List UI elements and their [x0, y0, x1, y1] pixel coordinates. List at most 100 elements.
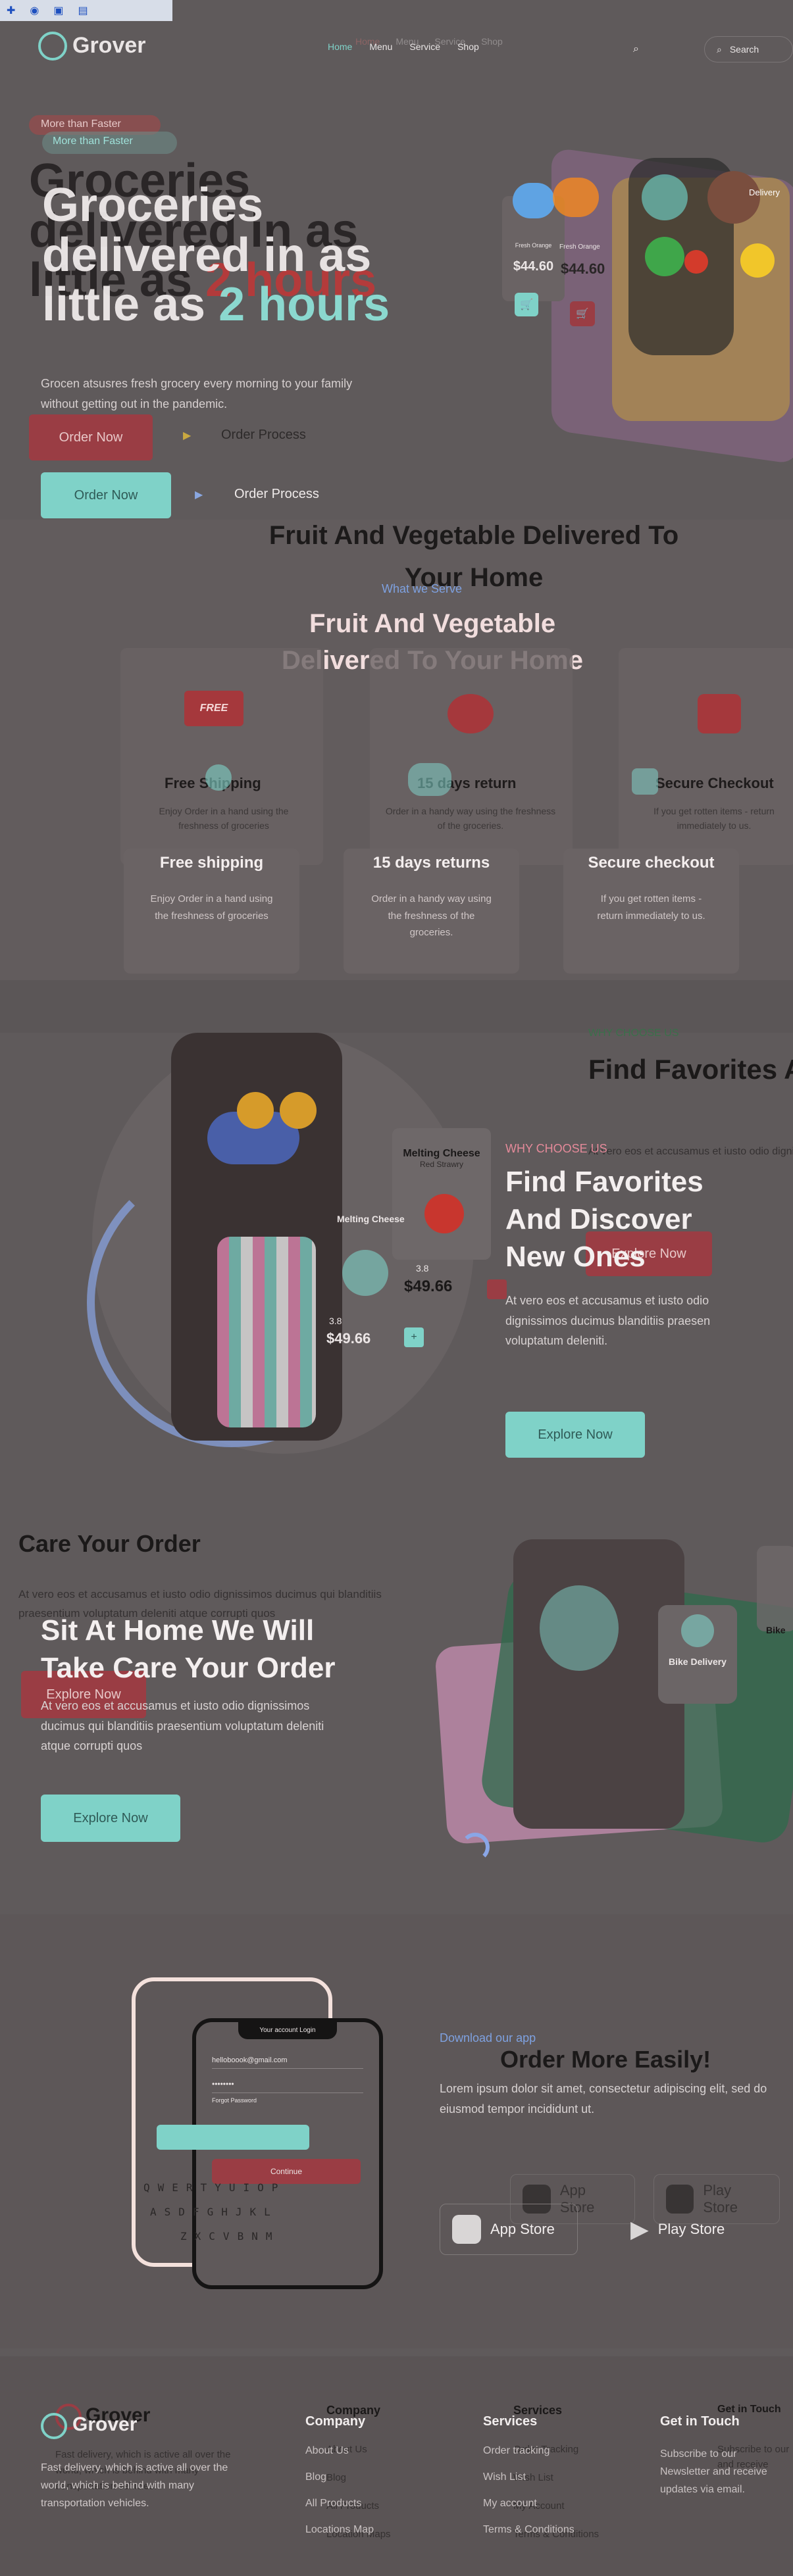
hero-title: Groceries delivered in as little as 2 ho… — [42, 179, 390, 332]
footer-link[interactable]: Terms & Conditions — [483, 2524, 575, 2536]
play-store-icon: ▶ — [630, 2216, 649, 2242]
footer-link[interactable]: Order tracking — [483, 2445, 575, 2457]
footer-link[interactable]: My account — [483, 2498, 575, 2510]
free-shipping-icon: FREE — [184, 691, 263, 737]
explore-now-button[interactable]: Explore Now — [505, 1412, 645, 1458]
play-icon: ▶ — [183, 430, 192, 441]
section-divider — [0, 980, 793, 1033]
favorites-eyebrow: WHY CHOOSE US — [505, 1142, 607, 1155]
product-card-1: Fresh Orange $44.60 — [502, 183, 565, 301]
app-text: Lorem ipsum dolor sit amet, consectetur … — [440, 2082, 767, 2116]
price: $49.66 — [326, 1330, 371, 1347]
striped-shirt — [217, 1237, 316, 1427]
hero-text: Grocen atsusres fresh grocery every morn… — [41, 377, 353, 410]
nav-service[interactable]: Service — [409, 41, 440, 52]
vegetables-image — [645, 237, 684, 276]
service-card-3: Secure checkout If you get rotten items … — [563, 849, 739, 974]
logo-icon[interactable] — [38, 32, 67, 61]
footer-link[interactable]: All Products — [305, 2498, 374, 2510]
delivery-label: Delivery — [749, 187, 780, 197]
order-process-link[interactable]: Order Process — [234, 487, 319, 502]
footer-column-services: Services Order tracking Wish List My acc… — [483, 2414, 575, 2536]
plus-icon[interactable]: ✚ — [7, 4, 15, 17]
services-title-ghost: Fruit And Vegetable Delivered To Your Ho… — [269, 521, 679, 592]
add-icon[interactable]: + — [404, 1327, 424, 1347]
footer-link[interactable]: Blog — [305, 2471, 374, 2483]
service-card-1: Free shipping Enjoy Order in a hand usin… — [124, 849, 299, 974]
order-now-button[interactable]: Order Now — [41, 472, 171, 518]
chef-face — [540, 1585, 619, 1671]
product-price: $44.60 — [513, 259, 554, 274]
orange-image-left — [237, 1092, 274, 1129]
footer-logo[interactable] — [41, 2413, 67, 2439]
footer-heading: Get in Touch — [660, 2414, 740, 2429]
service-title: 15 days returns — [372, 854, 490, 872]
lemon-image — [740, 243, 775, 278]
care-title-ghost: Care Your Order — [18, 1530, 201, 1557]
main-nav: Home Menu Service Shop — [328, 41, 479, 52]
search-button[interactable]: ⌕ Search — [704, 36, 793, 62]
phone-continue-button — [157, 2125, 309, 2150]
eye-icon[interactable]: ◉ — [30, 4, 39, 17]
rating: 3.8 — [329, 1316, 342, 1326]
footer-brand[interactable]: Grover — [72, 2414, 137, 2435]
service-card-2: 15 days returns Order in a handy way usi… — [344, 849, 519, 974]
truck-icon — [205, 764, 232, 791]
orange-image-2 — [553, 178, 599, 217]
decor-ring — [461, 1833, 490, 1862]
care-explore-button[interactable]: Explore Now — [41, 1795, 180, 1842]
service-text: Enjoy Order in a hand using the freshnes… — [150, 893, 273, 922]
phone-keyboard: QWERTYUIOP ASDFGHJKL ZXCVBNM — [143, 2181, 278, 2242]
courier-face-2 — [707, 171, 760, 224]
add-icon[interactable] — [487, 1279, 507, 1299]
favorites-title-ghost: Find Favorites And Discover New Ones — [588, 1054, 793, 1085]
order-now-ghost: Order Now — [29, 414, 153, 460]
nav-home[interactable]: Home — [328, 41, 352, 52]
browser-toolbar: ✚ ◉ ▣ ▤ — [0, 0, 172, 21]
orange-image — [512, 183, 555, 218]
orange-image-right — [280, 1092, 317, 1129]
favorites-title: Find Favorites And Discover New Ones — [505, 1166, 703, 1274]
cart-icon-2[interactable]: 🛒 — [570, 301, 595, 326]
app-store-button[interactable]: App Store — [440, 2204, 578, 2255]
lock-icon — [632, 768, 658, 795]
lock-icon[interactable]: ▣ — [53, 4, 63, 17]
product-image — [342, 1250, 388, 1296]
app-title-ghost: Order More Easily! — [500, 2046, 711, 2073]
footer-link[interactable]: Wish List — [483, 2471, 575, 2483]
product-price-2: $44.60 — [561, 260, 605, 277]
care-title: Sit At Home We Will Take Care Your Order — [41, 1614, 336, 1685]
price-ghost: $49.66 — [404, 1277, 453, 1295]
secure-chat-icon — [698, 694, 741, 733]
tomato-image — [684, 250, 708, 274]
service-text: If you get rotten items - return immedia… — [597, 893, 705, 922]
scooter-icon — [681, 1614, 714, 1647]
search-icon: ⌕ — [717, 43, 722, 55]
strawberry-image — [424, 1194, 464, 1233]
service-text: Order in a handy way using the freshness… — [371, 893, 492, 938]
care-text: At vero eos et accusamus et iusto odio d… — [41, 1699, 324, 1753]
nav-shop[interactable]: Shop — [457, 41, 479, 52]
app-eyebrow: Download our app — [440, 2031, 536, 2044]
service-title-ghost-3: Secure Checkout — [655, 775, 774, 791]
footer-column-contact: Get in Touch Subscribe to our Newsletter… — [660, 2414, 788, 2499]
search-icon[interactable]: ⌕ — [633, 43, 639, 55]
footer-link[interactable]: About Us — [305, 2445, 374, 2457]
play-icon[interactable]: ▶ — [195, 488, 203, 501]
play-store-button[interactable]: ▶ Play Store — [619, 2204, 750, 2255]
service-title: Free shipping — [159, 854, 264, 872]
footer-link[interactable]: Locations Map — [305, 2524, 374, 2536]
hero-badge-text: More than Faster — [53, 136, 133, 147]
cart-icon[interactable]: 🛒 — [515, 293, 538, 316]
product-name: Melting Cheese — [337, 1214, 405, 1224]
nav-menu[interactable]: Menu — [369, 41, 392, 52]
brand-name[interactable]: Grover — [72, 34, 146, 58]
footer-heading: Company — [305, 2414, 366, 2429]
favorites-text: At vero eos et accusamus et iusto odio d… — [505, 1294, 711, 1348]
bookmark-icon[interactable]: ▤ — [78, 4, 88, 17]
app-section — [0, 1914, 793, 2348]
services-eyebrow: What we Serve — [382, 582, 463, 595]
footer-column-company: Company About Us Blog All Products Locat… — [305, 2414, 374, 2536]
bike-delivery-card: Bike Delivery — [658, 1605, 737, 1704]
courier-face — [642, 174, 688, 220]
